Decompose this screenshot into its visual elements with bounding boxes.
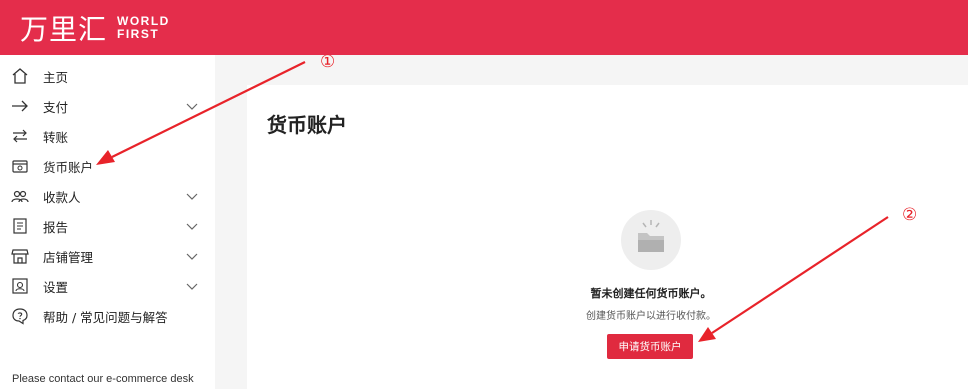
chevron-down-icon: [186, 103, 198, 110]
page-title: 货币账户: [267, 113, 347, 137]
sidebar-item-store-management[interactable]: 店铺管理: [0, 241, 215, 271]
annotation-marker-2: ②: [902, 205, 918, 225]
sidebar-item-currency-account[interactable]: 货币账户: [0, 151, 215, 181]
sidebar-item-label: 转账: [43, 129, 69, 145]
empty-folder-icon: [621, 210, 681, 270]
sidebar-item-home[interactable]: 主页: [0, 61, 215, 91]
sidebar-item-label: 货币账户: [43, 159, 94, 175]
help-icon: [10, 306, 30, 326]
brand-name-en: WORLD FIRST: [117, 15, 170, 41]
report-icon: [10, 216, 30, 236]
sidebar: 主页 支付 转账 货币账户 收款人 报告 店铺管理 设置 帮助 / 常见问题与解…: [0, 55, 215, 389]
brand-name-en-line1: WORLD: [117, 14, 170, 28]
annotation-marker-1: ①: [320, 52, 336, 72]
brand-name-cn: 万里汇: [20, 13, 108, 46]
main-content-card: 货币账户 暂未创建任何货币账户。 创建货币账户以进行收付款。 申请货币账户: [247, 85, 968, 389]
brand-name-en-line2: FIRST: [117, 27, 160, 41]
sidebar-item-reports[interactable]: 报告: [0, 211, 215, 241]
sidebar-item-label: 支付: [43, 99, 69, 115]
home-icon: [10, 66, 30, 86]
sidebar-item-label: 报告: [43, 219, 69, 235]
chevron-down-icon: [186, 253, 198, 260]
chevron-down-icon: [186, 223, 198, 230]
sidebar-item-help[interactable]: 帮助 / 常见问题与解答: [0, 301, 215, 331]
sidebar-item-label: 收款人: [43, 189, 81, 205]
sidebar-item-label: 店铺管理: [43, 249, 94, 265]
sidebar-item-payment[interactable]: 支付: [0, 91, 215, 121]
wallet-icon: [10, 156, 30, 176]
store-icon: [10, 246, 30, 266]
sidebar-item-label: 设置: [43, 279, 69, 295]
sidebar-item-label: 帮助 / 常见问题与解答: [43, 309, 168, 325]
transfer-icon: [10, 126, 30, 146]
top-bar: 万里汇 WORLD FIRST: [0, 0, 968, 55]
empty-state-description: 创建货币账户以进行收付款。: [586, 311, 716, 322]
sidebar-item-payees[interactable]: 收款人: [0, 181, 215, 211]
settings-icon: [10, 276, 30, 296]
empty-state-title: 暂未创建任何货币账户。: [590, 287, 712, 300]
apply-currency-account-button[interactable]: 申请货币账户: [607, 334, 693, 359]
sidebar-item-label: 主页: [43, 69, 69, 85]
sidebar-item-settings[interactable]: 设置: [0, 271, 215, 301]
brand-logo[interactable]: 万里汇 WORLD FIRST: [20, 8, 170, 48]
chevron-down-icon: [186, 283, 198, 290]
support-contact-text: Please contact our e-commerce desk: [12, 373, 194, 385]
chevron-down-icon: [186, 193, 198, 200]
users-icon: [10, 186, 30, 206]
arrow-right-icon: [10, 96, 30, 116]
sidebar-item-transfer[interactable]: 转账: [0, 121, 215, 151]
